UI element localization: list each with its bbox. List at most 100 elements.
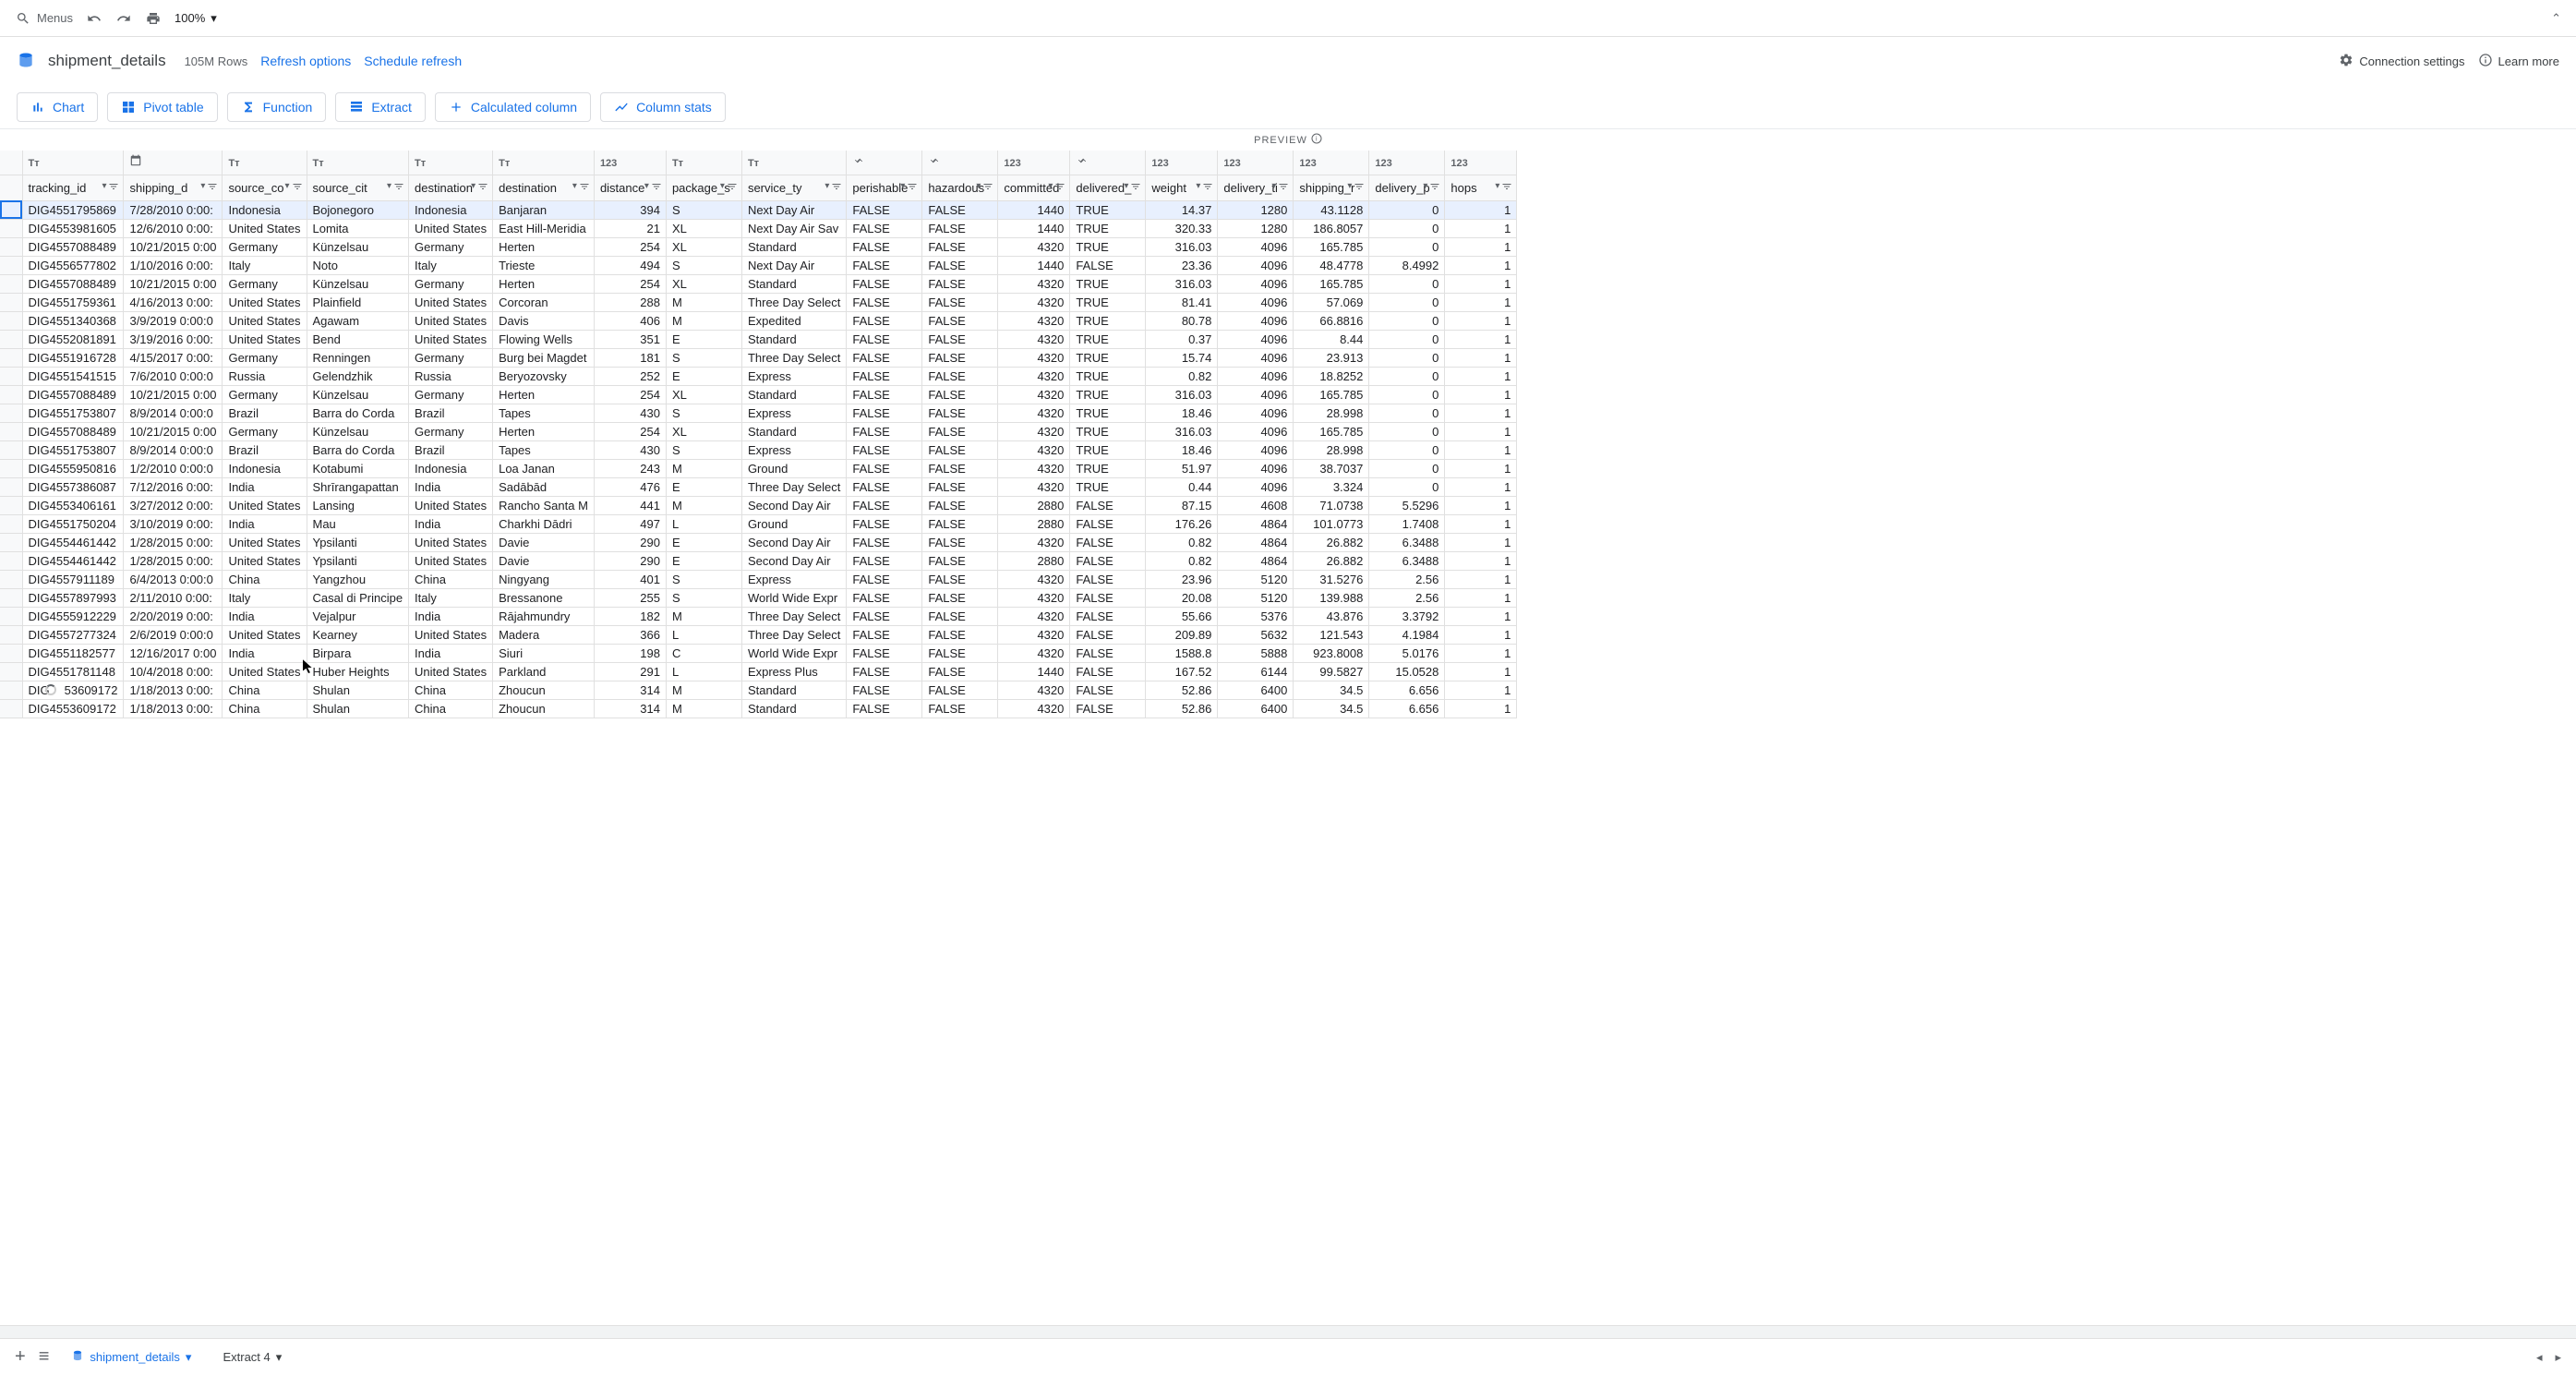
- cell[interactable]: 165.785: [1294, 385, 1369, 404]
- cell[interactable]: TRUE: [1070, 237, 1146, 256]
- cell[interactable]: DIG4557088489: [22, 237, 124, 256]
- cell[interactable]: 10/21/2015 0:00: [124, 422, 223, 440]
- undo-icon[interactable]: [86, 10, 102, 27]
- row-number[interactable]: [0, 496, 22, 514]
- cell[interactable]: East Hill-Meridia: [493, 219, 595, 237]
- cell[interactable]: TRUE: [1070, 422, 1146, 440]
- cell[interactable]: 1: [1445, 588, 1517, 607]
- cell[interactable]: Shrīrangapattan: [307, 477, 409, 496]
- cell[interactable]: FALSE: [847, 330, 922, 348]
- table-row[interactable]: DIG455708848910/21/2015 0:00GermanyKünze…: [0, 385, 1517, 404]
- cell[interactable]: 1440: [998, 200, 1070, 219]
- cell[interactable]: Lansing: [307, 496, 409, 514]
- cell[interactable]: 0: [1369, 385, 1445, 404]
- sheet-tab-extract[interactable]: Extract 4 ▾: [213, 1346, 291, 1369]
- row-number[interactable]: [0, 477, 22, 496]
- cell[interactable]: 4320: [998, 311, 1070, 330]
- row-number[interactable]: [0, 385, 22, 404]
- cell[interactable]: FALSE: [1070, 514, 1146, 533]
- cell[interactable]: India: [409, 607, 493, 625]
- cell[interactable]: 34.5: [1294, 681, 1369, 699]
- table-row[interactable]: DIG455708848910/21/2015 0:00GermanyKünze…: [0, 422, 1517, 440]
- table-row[interactable]: DIG45544614421/28/2015 0:00:United State…: [0, 551, 1517, 570]
- cell[interactable]: 4096: [1218, 440, 1294, 459]
- row-number[interactable]: [0, 588, 22, 607]
- cell[interactable]: 1440: [998, 662, 1070, 681]
- cell[interactable]: Birpara: [307, 644, 409, 662]
- cell[interactable]: 15.74: [1146, 348, 1218, 367]
- cell[interactable]: Trieste: [493, 256, 595, 274]
- column-header[interactable]: shipping_d▾: [124, 175, 223, 200]
- info-icon[interactable]: i: [1311, 133, 1322, 147]
- cell[interactable]: Standard: [741, 699, 846, 718]
- cell[interactable]: 43.1128: [1294, 200, 1369, 219]
- column-header[interactable]: source_co▾: [223, 175, 307, 200]
- cell[interactable]: Noto: [307, 256, 409, 274]
- cell[interactable]: FALSE: [922, 330, 998, 348]
- cell[interactable]: 0.82: [1146, 367, 1218, 385]
- cell[interactable]: 80.78: [1146, 311, 1218, 330]
- cell[interactable]: FALSE: [922, 533, 998, 551]
- cell[interactable]: 288: [594, 293, 666, 311]
- row-number[interactable]: [0, 330, 22, 348]
- cell[interactable]: 8.44: [1294, 330, 1369, 348]
- row-number[interactable]: [0, 570, 22, 588]
- cell[interactable]: FALSE: [847, 385, 922, 404]
- cell[interactable]: 181: [594, 348, 666, 367]
- row-number[interactable]: [0, 607, 22, 625]
- cell[interactable]: 254: [594, 274, 666, 293]
- cell[interactable]: FALSE: [1070, 662, 1146, 681]
- cell[interactable]: Casal di Principe: [307, 588, 409, 607]
- cell[interactable]: Indonesia: [223, 200, 307, 219]
- all-sheets-button[interactable]: ≡: [39, 1346, 50, 1368]
- cell[interactable]: 15.0528: [1369, 662, 1445, 681]
- cell[interactable]: Germany: [223, 422, 307, 440]
- cell[interactable]: Standard: [741, 422, 846, 440]
- cell[interactable]: Indonesia: [223, 459, 307, 477]
- table-row[interactable]: DIG45536091721/18/2013 0:00:ChinaShulanC…: [0, 699, 1517, 718]
- cell[interactable]: Gelendzhik: [307, 367, 409, 385]
- cell[interactable]: 1: [1445, 256, 1517, 274]
- cell[interactable]: 0: [1369, 422, 1445, 440]
- cell[interactable]: China: [409, 570, 493, 588]
- row-number[interactable]: [0, 422, 22, 440]
- cell[interactable]: India: [409, 644, 493, 662]
- cell[interactable]: India: [223, 607, 307, 625]
- cell[interactable]: 182: [594, 607, 666, 625]
- table-row[interactable]: DIG45572773242/6/2019 0:00:0United State…: [0, 625, 1517, 644]
- cell[interactable]: Rājahmundry: [493, 607, 595, 625]
- cell[interactable]: 1: [1445, 607, 1517, 625]
- cell[interactable]: 21: [594, 219, 666, 237]
- cell[interactable]: Kotabumi: [307, 459, 409, 477]
- column-header[interactable]: tracking_id▾: [22, 175, 124, 200]
- row-number[interactable]: [0, 699, 22, 718]
- cell[interactable]: Next Day Air Sav: [741, 219, 846, 237]
- cell[interactable]: 4096: [1218, 385, 1294, 404]
- cell[interactable]: 0: [1369, 459, 1445, 477]
- cell[interactable]: DIG4557088489: [22, 422, 124, 440]
- cell[interactable]: Standard: [741, 681, 846, 699]
- row-number[interactable]: [0, 293, 22, 311]
- cell[interactable]: Brazil: [223, 440, 307, 459]
- cell[interactable]: 476: [594, 477, 666, 496]
- cell[interactable]: DIG53609172: [22, 681, 124, 699]
- cell[interactable]: FALSE: [922, 219, 998, 237]
- cell[interactable]: Madera: [493, 625, 595, 644]
- cell[interactable]: 31.5276: [1294, 570, 1369, 588]
- cell[interactable]: FALSE: [922, 385, 998, 404]
- function-button[interactable]: Function: [227, 92, 327, 122]
- cell[interactable]: DIG4557386087: [22, 477, 124, 496]
- row-number[interactable]: [0, 459, 22, 477]
- cell[interactable]: Germany: [409, 348, 493, 367]
- cell[interactable]: 4320: [998, 422, 1070, 440]
- cell[interactable]: 1: [1445, 385, 1517, 404]
- table-row[interactable]: DIG45559508161/2/2010 0:00:0IndonesiaKot…: [0, 459, 1517, 477]
- cell[interactable]: 1280: [1218, 200, 1294, 219]
- cell[interactable]: 406: [594, 311, 666, 330]
- cell[interactable]: 10/21/2015 0:00: [124, 274, 223, 293]
- cell[interactable]: FALSE: [847, 514, 922, 533]
- cell[interactable]: 4/16/2013 0:00:: [124, 293, 223, 311]
- cell[interactable]: E: [666, 330, 741, 348]
- cell[interactable]: XL: [666, 385, 741, 404]
- cell[interactable]: 18.46: [1146, 404, 1218, 422]
